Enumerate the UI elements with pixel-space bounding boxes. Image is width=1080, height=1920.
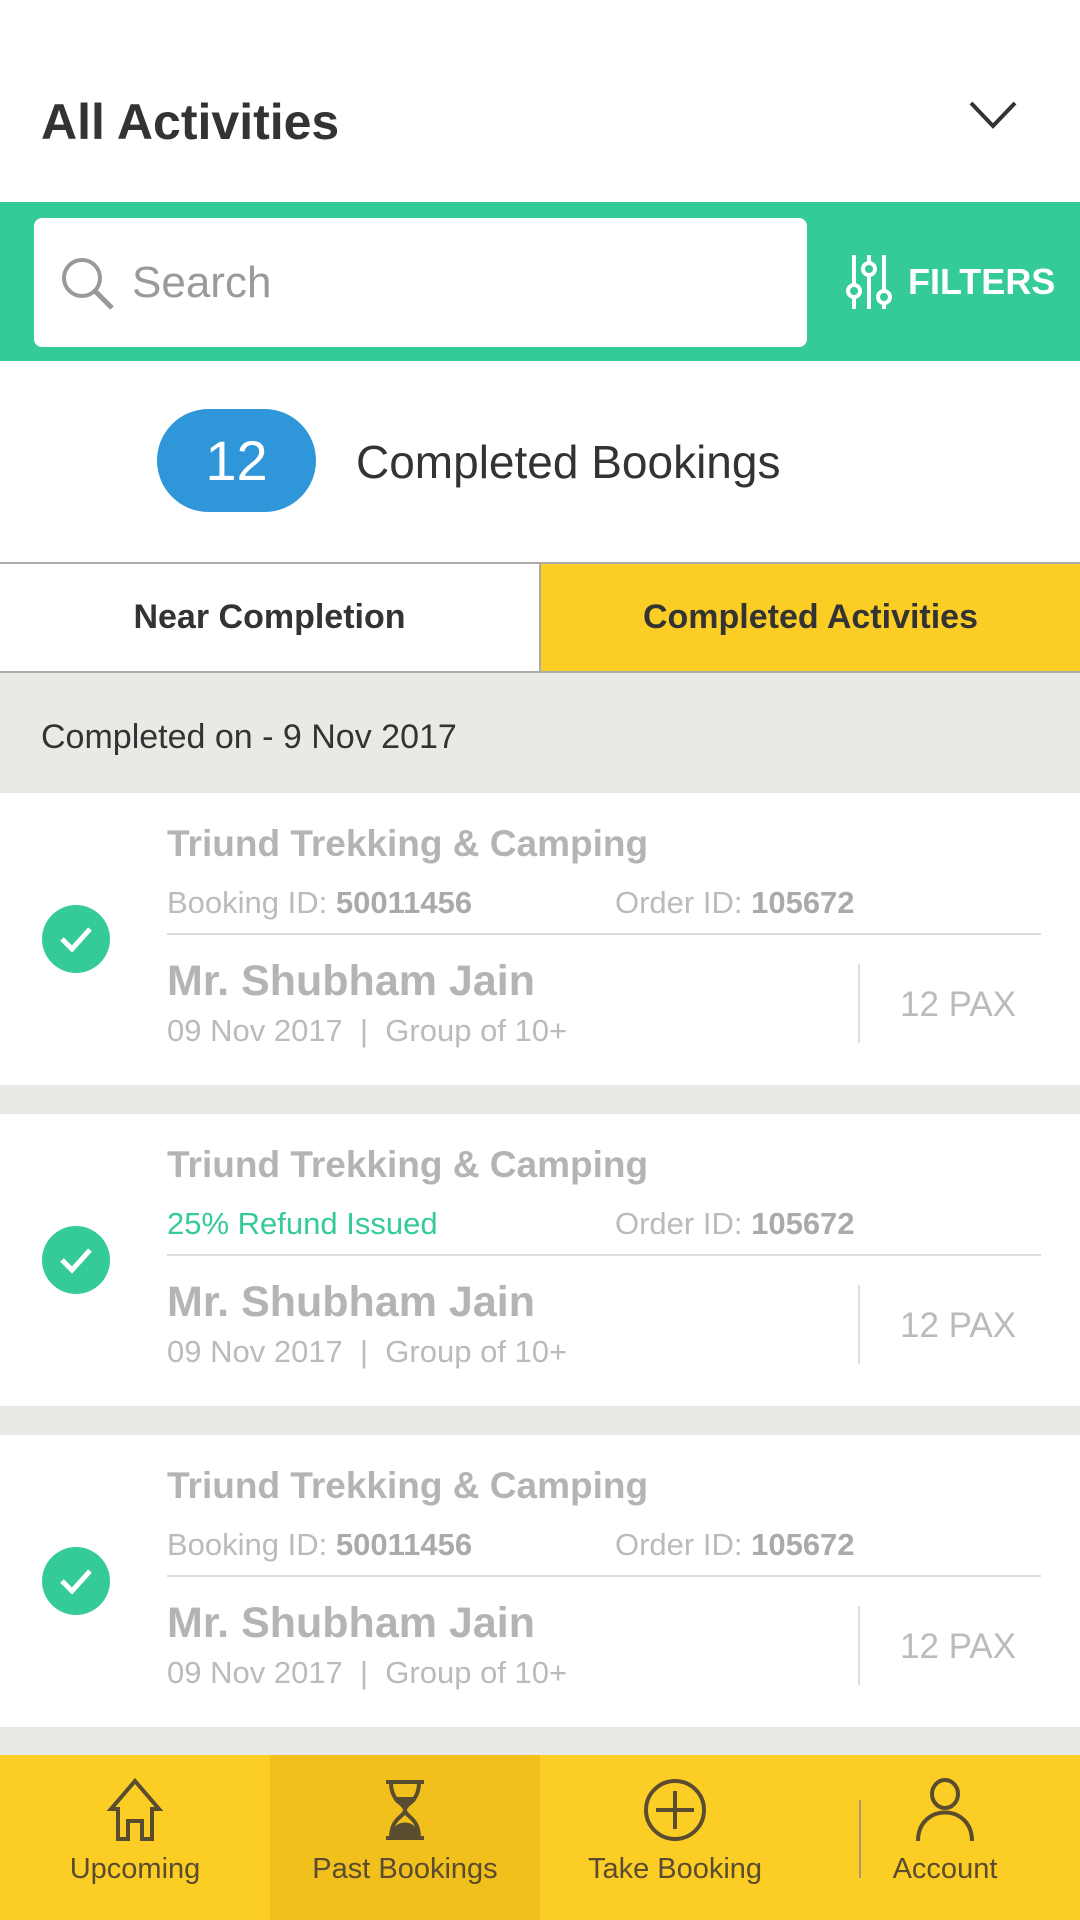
customer-name: Mr. Shubham Jain bbox=[167, 957, 535, 1005]
nav-label: Take Booking bbox=[587, 1853, 763, 1885]
home-icon bbox=[106, 1777, 164, 1841]
nav-divider bbox=[859, 1800, 861, 1878]
booking-date-group: 09 Nov 2017 | Group of 10+ bbox=[167, 1334, 568, 1369]
order-id: Order ID: 105672 bbox=[615, 1527, 855, 1562]
hourglass-icon bbox=[386, 1780, 424, 1840]
divider bbox=[858, 1606, 860, 1685]
nav-past-bookings[interactable]: Past Bookings bbox=[270, 1755, 540, 1920]
booking-id: Booking ID: 50011456 bbox=[167, 1527, 473, 1562]
check-circle-icon bbox=[42, 905, 110, 973]
search-icon bbox=[62, 258, 114, 310]
check-circle-icon bbox=[42, 1547, 110, 1615]
tab-completed-activities[interactable]: Completed Activities bbox=[539, 564, 1080, 671]
nav-label: Upcoming bbox=[69, 1853, 201, 1885]
header: All Activities bbox=[0, 0, 1080, 202]
search-input[interactable] bbox=[132, 248, 772, 318]
pax-count: 12 PAX bbox=[900, 1306, 1017, 1345]
nav-upcoming[interactable]: Upcoming bbox=[0, 1755, 270, 1920]
filters-label: FILTERS bbox=[908, 261, 1056, 302]
order-id: Order ID: 105672 bbox=[615, 1206, 855, 1241]
plus-circle-icon bbox=[644, 1779, 706, 1841]
tab-near-completion[interactable]: Near Completion bbox=[0, 564, 539, 671]
activity-title: Triund Trekking & Camping bbox=[167, 823, 649, 864]
customer-name: Mr. Shubham Jain bbox=[167, 1278, 535, 1326]
count-label: Completed Bookings bbox=[356, 436, 781, 488]
divider bbox=[167, 933, 1041, 935]
booking-card[interactable]: Triund Trekking & Camping Booking ID: 50… bbox=[0, 1435, 1080, 1727]
sliders-icon bbox=[846, 255, 892, 309]
tab-bar: Near Completion Completed Activities bbox=[0, 562, 1080, 673]
bookings-summary: 12 Completed Bookings bbox=[0, 361, 1080, 562]
divider bbox=[858, 964, 860, 1043]
divider bbox=[167, 1575, 1041, 1577]
divider bbox=[858, 1285, 860, 1364]
nav-label: Past Bookings bbox=[312, 1853, 498, 1885]
page-title: All Activities bbox=[41, 94, 340, 150]
order-id: Order ID: 105672 bbox=[615, 885, 855, 920]
check-circle-icon bbox=[42, 1226, 110, 1294]
customer-name: Mr. Shubham Jain bbox=[167, 1599, 535, 1647]
activity-title: Triund Trekking & Camping bbox=[167, 1144, 649, 1185]
search-box[interactable] bbox=[34, 218, 807, 347]
filters-button[interactable]: FILTERS bbox=[846, 252, 1055, 312]
divider bbox=[167, 1254, 1041, 1256]
nav-label: Account bbox=[892, 1853, 998, 1885]
booking-card[interactable]: Triund Trekking & Camping 25% Refund Iss… bbox=[0, 1114, 1080, 1406]
user-icon bbox=[916, 1778, 974, 1842]
booking-card[interactable]: Triund Trekking & Camping Booking ID: 50… bbox=[0, 793, 1080, 1085]
booking-date-group: 09 Nov 2017 | Group of 10+ bbox=[167, 1655, 568, 1690]
nav-account[interactable]: Account bbox=[810, 1755, 1080, 1920]
booking-date-group: 09 Nov 2017 | Group of 10+ bbox=[167, 1013, 568, 1048]
pax-count: 12 PAX bbox=[900, 1627, 1017, 1666]
pax-count: 12 PAX bbox=[900, 985, 1017, 1024]
count-badge: 12 bbox=[157, 409, 316, 512]
booking-id: Booking ID: 50011456 bbox=[167, 885, 473, 920]
nav-take-booking[interactable]: Take Booking bbox=[540, 1755, 810, 1920]
activity-title: Triund Trekking & Camping bbox=[167, 1465, 649, 1506]
chevron-down-icon[interactable] bbox=[968, 100, 1018, 130]
section-header: Completed on - 9 Nov 2017 bbox=[41, 718, 457, 756]
refund-status: 25% Refund Issued bbox=[167, 1206, 438, 1241]
bottom-nav: Upcoming Past Bookings Take Booking Acco… bbox=[0, 1755, 1080, 1920]
